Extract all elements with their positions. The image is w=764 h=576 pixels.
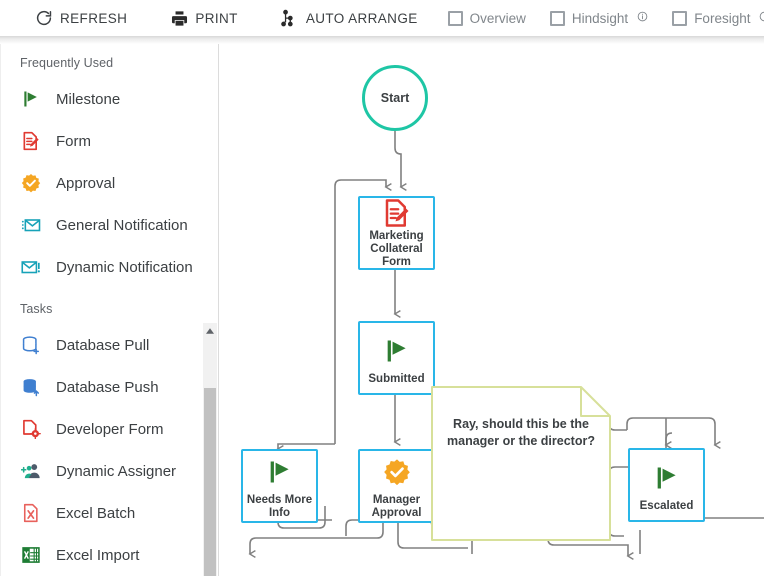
excel-import-icon bbox=[20, 544, 42, 566]
sticky-note[interactable]: Ray, should this be the manager or the d… bbox=[431, 386, 611, 541]
scroll-up-arrow-icon[interactable] bbox=[203, 323, 217, 338]
excel-batch-icon bbox=[20, 502, 42, 524]
toolbar-divider bbox=[0, 36, 764, 44]
palette-item-developer-form[interactable]: Developer Form bbox=[1, 408, 218, 450]
overview-checkbox-box[interactable] bbox=[447, 10, 463, 26]
auto-arrange-label: AUTO ARRANGE bbox=[305, 10, 418, 26]
palette-item-label: Form bbox=[56, 132, 91, 150]
palette-item-excel-batch[interactable]: Excel Batch bbox=[1, 492, 218, 534]
palette-sidebar: Frequently Used Milestone Form Approval … bbox=[0, 44, 219, 576]
palette-item-database-pull[interactable]: Database Pull bbox=[1, 324, 218, 366]
sticky-note-shape bbox=[431, 386, 611, 541]
toolbar: REFRESH PRINT AUTO ARRANGE Overview Hind… bbox=[0, 0, 764, 36]
palette-item-excel-import[interactable]: Excel Import bbox=[1, 534, 218, 576]
node-start-label: Start bbox=[380, 91, 410, 105]
workflow-canvas[interactable]: Start Marketing Collateral Form Submitte… bbox=[220, 44, 764, 576]
group-title-tasks: Tasks bbox=[20, 302, 53, 316]
approval-badge-icon bbox=[383, 452, 411, 492]
palette-item-database-push[interactable]: Database Push bbox=[1, 366, 218, 408]
node-needs-more-info[interactable]: Needs More Info bbox=[241, 449, 318, 523]
palette-item-label: Approval bbox=[56, 174, 116, 192]
palette-item-label: Database Push bbox=[56, 378, 159, 396]
node-submitted[interactable]: Submitted bbox=[358, 321, 435, 395]
flag-icon bbox=[266, 452, 294, 492]
sticky-note-text: Ray, should this be the manager or the d… bbox=[447, 417, 595, 448]
refresh-icon bbox=[34, 8, 54, 28]
node-label: Manager Approval bbox=[371, 494, 422, 519]
developer-form-icon bbox=[20, 418, 42, 440]
approval-badge-icon bbox=[20, 172, 42, 194]
palette-item-general-notification[interactable]: General Notification bbox=[1, 204, 218, 246]
foresight-checkbox[interactable]: Foresight bbox=[668, 0, 764, 36]
flag-icon bbox=[20, 88, 42, 110]
hindsight-info-icon[interactable] bbox=[637, 9, 648, 22]
palette-item-label: Excel Import bbox=[56, 546, 140, 564]
palette-item-approval[interactable]: Approval bbox=[1, 162, 218, 204]
palette-item-label: Developer Form bbox=[56, 420, 164, 438]
database-pull-icon bbox=[20, 334, 42, 356]
form-icon bbox=[20, 130, 42, 152]
dynamic-notification-icon bbox=[20, 256, 42, 278]
node-label: Submitted bbox=[368, 372, 425, 385]
general-notification-icon bbox=[20, 214, 42, 236]
node-escalated[interactable]: Escalated bbox=[628, 448, 705, 522]
dynamic-assigner-icon bbox=[20, 460, 42, 482]
flag-icon bbox=[383, 331, 411, 371]
foresight-label: Foresight bbox=[694, 10, 751, 26]
node-start[interactable]: Start bbox=[362, 65, 428, 131]
palette-item-label: Dynamic Assigner bbox=[56, 462, 177, 480]
palette-item-label: Milestone bbox=[56, 90, 121, 108]
node-label: Needs More Info bbox=[246, 494, 313, 519]
hindsight-checkbox-box[interactable] bbox=[549, 10, 565, 26]
form-icon bbox=[382, 198, 412, 228]
group-title-frequently-used: Frequently Used bbox=[20, 56, 114, 70]
print-button[interactable]: PRINT bbox=[159, 0, 248, 36]
auto-arrange-button[interactable]: AUTO ARRANGE bbox=[270, 0, 428, 36]
palette-item-dynamic-assigner[interactable]: Dynamic Assigner bbox=[1, 450, 218, 492]
palette-item-label: General Notification bbox=[56, 216, 188, 234]
sidebar-scrollbar[interactable] bbox=[203, 323, 217, 576]
node-label: Marketing Collateral Form bbox=[369, 229, 424, 268]
node-label: Escalated bbox=[639, 499, 694, 512]
palette-item-form[interactable]: Form bbox=[1, 120, 218, 162]
foresight-checkbox-box[interactable] bbox=[672, 10, 688, 26]
print-icon bbox=[169, 8, 189, 28]
foresight-info-icon[interactable] bbox=[759, 9, 764, 22]
overview-label: Overview bbox=[469, 10, 526, 26]
node-manager-approval[interactable]: Manager Approval bbox=[358, 449, 435, 523]
palette-item-dynamic-notification[interactable]: Dynamic Notification bbox=[1, 246, 218, 288]
refresh-button[interactable]: REFRESH bbox=[24, 0, 137, 36]
palette-item-milestone[interactable]: Milestone bbox=[1, 78, 218, 120]
print-label: PRINT bbox=[195, 10, 238, 26]
palette-item-label: Dynamic Notification bbox=[56, 258, 193, 276]
overview-checkbox[interactable]: Overview bbox=[444, 0, 530, 36]
workflow-designer: REFRESH PRINT AUTO ARRANGE Overview Hind… bbox=[0, 0, 764, 576]
refresh-label: REFRESH bbox=[60, 10, 128, 26]
database-push-icon bbox=[20, 376, 42, 398]
palette-item-label: Excel Batch bbox=[56, 504, 136, 522]
hindsight-label: Hindsight bbox=[571, 10, 629, 26]
sidebar-scrollbar-thumb[interactable] bbox=[204, 388, 216, 576]
auto-arrange-icon bbox=[280, 8, 300, 28]
flag-icon bbox=[653, 458, 681, 498]
hindsight-checkbox[interactable]: Hindsight bbox=[546, 0, 652, 36]
palette-item-label: Database Pull bbox=[56, 336, 150, 354]
node-marketing-collateral-form[interactable]: Marketing Collateral Form bbox=[358, 196, 435, 270]
